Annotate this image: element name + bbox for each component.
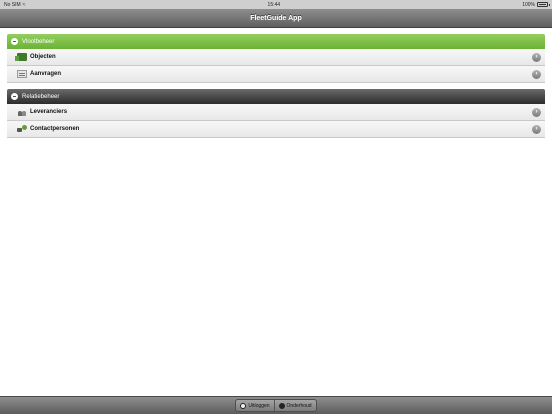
section-title: Relatiebeheer (22, 93, 60, 100)
chevron-right-icon[interactable]: › (532, 52, 541, 62)
status-bar: No SIM ≈ 15:44 100% (0, 0, 552, 9)
list-item-label: Aanvragen (30, 71, 62, 77)
logout-icon (240, 402, 247, 409)
battery-icon (536, 2, 550, 7)
form-icon (17, 70, 27, 78)
list-item-contactpersonen[interactable]: Contactpersonen › (7, 121, 545, 138)
list-item-label: Leveranciers (30, 109, 68, 115)
navigation-bar: FleetGuide App (0, 9, 552, 28)
segmented-control: Uitloggen Onderhoud (235, 399, 317, 412)
list-item-leveranciers[interactable]: Leveranciers › (7, 104, 545, 121)
collapse-icon[interactable] (11, 38, 18, 45)
section-relatiebeheer: Relatiebeheer Leveranciers › Contactpers… (7, 89, 545, 138)
list-item-label: Objecten (30, 54, 56, 60)
list-item-objecten[interactable]: Objecten › (7, 49, 545, 66)
chevron-right-icon[interactable]: › (532, 124, 541, 134)
onderhoud-label: Onderhoud (286, 402, 312, 409)
section-header-vlootbeheer[interactable]: Vlootbeheer (7, 34, 545, 49)
list-item-aanvragen[interactable]: Aanvragen › (7, 66, 545, 83)
bottom-toolbar: Uitloggen Onderhoud (0, 396, 552, 414)
battery-percent: 100% (522, 1, 535, 8)
section-title: Vlootbeheer (22, 38, 55, 45)
section-vlootbeheer: Vlootbeheer Objecten › Aanvragen › (7, 34, 545, 83)
app-title: FleetGuide App (250, 14, 302, 22)
onderhoud-button[interactable]: Onderhoud (273, 400, 316, 411)
status-time: 15:44 (267, 1, 281, 8)
chevron-right-icon[interactable]: › (532, 107, 541, 117)
chevron-right-icon[interactable]: › (532, 69, 541, 79)
collapse-icon[interactable] (11, 93, 18, 100)
uitloggen-label: Uitloggen (248, 402, 270, 409)
contact-icon (17, 125, 27, 133)
list-item-label: Contactpersonen (30, 126, 80, 132)
truck-icon (15, 53, 27, 61)
people-icon (17, 108, 27, 116)
carrier-label: No SIM (4, 1, 21, 8)
wifi-icon: ≈ (22, 1, 26, 8)
maintenance-icon (278, 402, 285, 409)
section-header-relatiebeheer[interactable]: Relatiebeheer (7, 89, 545, 104)
main-content: Vlootbeheer Objecten › Aanvragen › Relat… (0, 28, 552, 396)
uitloggen-button[interactable]: Uitloggen (236, 400, 273, 411)
